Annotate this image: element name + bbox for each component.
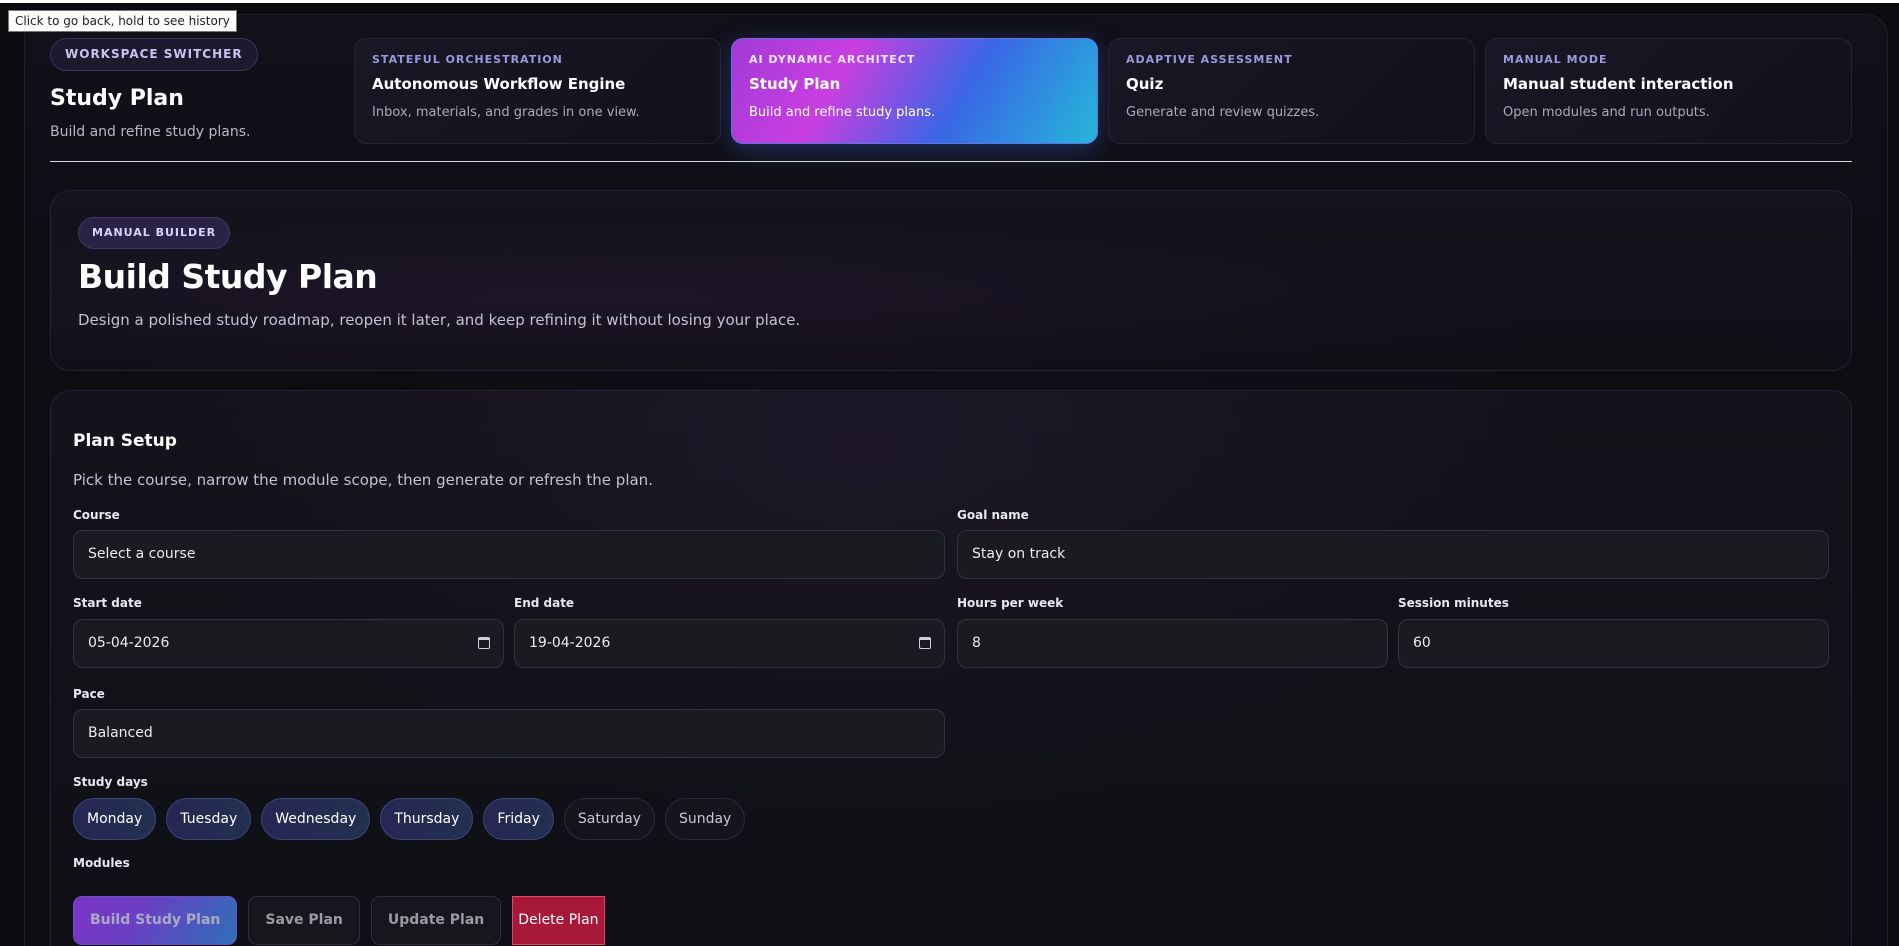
day-chip-sunday[interactable]: Sunday bbox=[664, 798, 746, 840]
mode-description: Build and refine study plans. bbox=[749, 105, 936, 120]
end-date-value: 19-04-2026 bbox=[529, 635, 611, 651]
save-plan-button[interactable]: Save Plan bbox=[248, 896, 360, 945]
workspace-title: Study Plan bbox=[50, 86, 184, 111]
mode-card-quiz[interactable]: ADAPTIVE ASSESSMENT Quiz Generate and re… bbox=[1108, 38, 1475, 144]
day-chip-friday[interactable]: Friday bbox=[483, 798, 554, 840]
mode-card-workflow-engine[interactable]: STATEFUL ORCHESTRATION Autonomous Workfl… bbox=[354, 38, 721, 144]
workspace-subtitle: Build and refine study plans. bbox=[50, 124, 251, 140]
pace-select[interactable]: Balanced bbox=[73, 709, 945, 758]
session-minutes-label: Session minutes bbox=[1398, 596, 1509, 610]
session-minutes-input[interactable]: 60 bbox=[1398, 619, 1829, 668]
browser-top-edge bbox=[0, 0, 1899, 3]
goal-name-label: Goal name bbox=[957, 508, 1029, 522]
end-date-label: End date bbox=[514, 596, 575, 610]
calendar-icon[interactable] bbox=[919, 637, 931, 649]
page-title: Build Study Plan bbox=[78, 257, 378, 296]
mode-title: Study Plan bbox=[749, 75, 841, 93]
mode-description: Open modules and run outputs. bbox=[1503, 105, 1710, 120]
plan-setup-subtitle: Pick the course, narrow the module scope… bbox=[73, 471, 653, 489]
day-chip-tuesday[interactable]: Tuesday bbox=[166, 798, 252, 840]
start-date-value: 05-04-2026 bbox=[88, 635, 170, 651]
start-date-label: Start date bbox=[73, 596, 142, 610]
manual-builder-badge: MANUAL BUILDER bbox=[78, 217, 231, 249]
mode-eyebrow: ADAPTIVE ASSESSMENT bbox=[1126, 53, 1293, 66]
hours-per-week-input[interactable]: 8 bbox=[957, 619, 1388, 668]
study-days-group: Monday Tuesday Wednesday Thursday Friday… bbox=[73, 798, 746, 840]
study-days-label: Study days bbox=[73, 775, 148, 789]
modules-label: Modules bbox=[73, 856, 130, 870]
mode-card-manual-mode[interactable]: MANUAL MODE Manual student interaction O… bbox=[1485, 38, 1852, 144]
mode-card-study-plan[interactable]: AI DYNAMIC ARCHITECT Study Plan Build an… bbox=[731, 38, 1098, 144]
goal-name-input[interactable]: Stay on track bbox=[957, 530, 1829, 579]
build-study-plan-button[interactable]: Build Study Plan bbox=[73, 896, 238, 945]
day-chip-monday[interactable]: Monday bbox=[73, 798, 157, 840]
update-plan-button[interactable]: Update Plan bbox=[370, 896, 502, 945]
mode-title: Autonomous Workflow Engine bbox=[372, 75, 626, 93]
mode-description: Generate and review quizzes. bbox=[1126, 105, 1320, 120]
plan-setup-panel: Plan Setup Pick the course, narrow the m… bbox=[50, 390, 1852, 946]
mode-title: Quiz bbox=[1126, 75, 1164, 93]
course-select[interactable]: Select a course bbox=[73, 530, 945, 579]
page-subtitle: Design a polished study roadmap, reopen … bbox=[78, 311, 801, 329]
pace-label: Pace bbox=[73, 687, 105, 701]
day-chip-thursday[interactable]: Thursday bbox=[380, 798, 474, 840]
hours-per-week-label: Hours per week bbox=[957, 596, 1064, 610]
mode-description: Inbox, materials, and grades in one view… bbox=[372, 105, 640, 120]
start-date-input[interactable]: 05-04-2026 bbox=[73, 619, 504, 668]
hero-panel: MANUAL BUILDER Build Study Plan Design a… bbox=[50, 190, 1852, 371]
day-chip-wednesday[interactable]: Wednesday bbox=[261, 798, 371, 840]
plan-setup-title: Plan Setup bbox=[73, 431, 177, 451]
back-button-tooltip: Click to go back, hold to see history bbox=[8, 10, 237, 32]
plan-actions: Build Study Plan Save Plan Update Plan D… bbox=[73, 896, 605, 945]
mode-eyebrow: MANUAL MODE bbox=[1503, 53, 1608, 66]
calendar-icon[interactable] bbox=[478, 637, 490, 649]
mode-eyebrow: AI DYNAMIC ARCHITECT bbox=[749, 53, 916, 66]
delete-plan-button[interactable]: Delete Plan bbox=[512, 896, 605, 945]
header-divider bbox=[50, 161, 1852, 162]
end-date-input[interactable]: 19-04-2026 bbox=[514, 619, 945, 668]
workspace-switcher-pill[interactable]: WORKSPACE SWITCHER bbox=[50, 38, 258, 71]
course-label: Course bbox=[73, 508, 120, 522]
day-chip-saturday[interactable]: Saturday bbox=[563, 798, 655, 840]
mode-eyebrow: STATEFUL ORCHESTRATION bbox=[372, 53, 563, 66]
mode-title: Manual student interaction bbox=[1503, 75, 1734, 93]
